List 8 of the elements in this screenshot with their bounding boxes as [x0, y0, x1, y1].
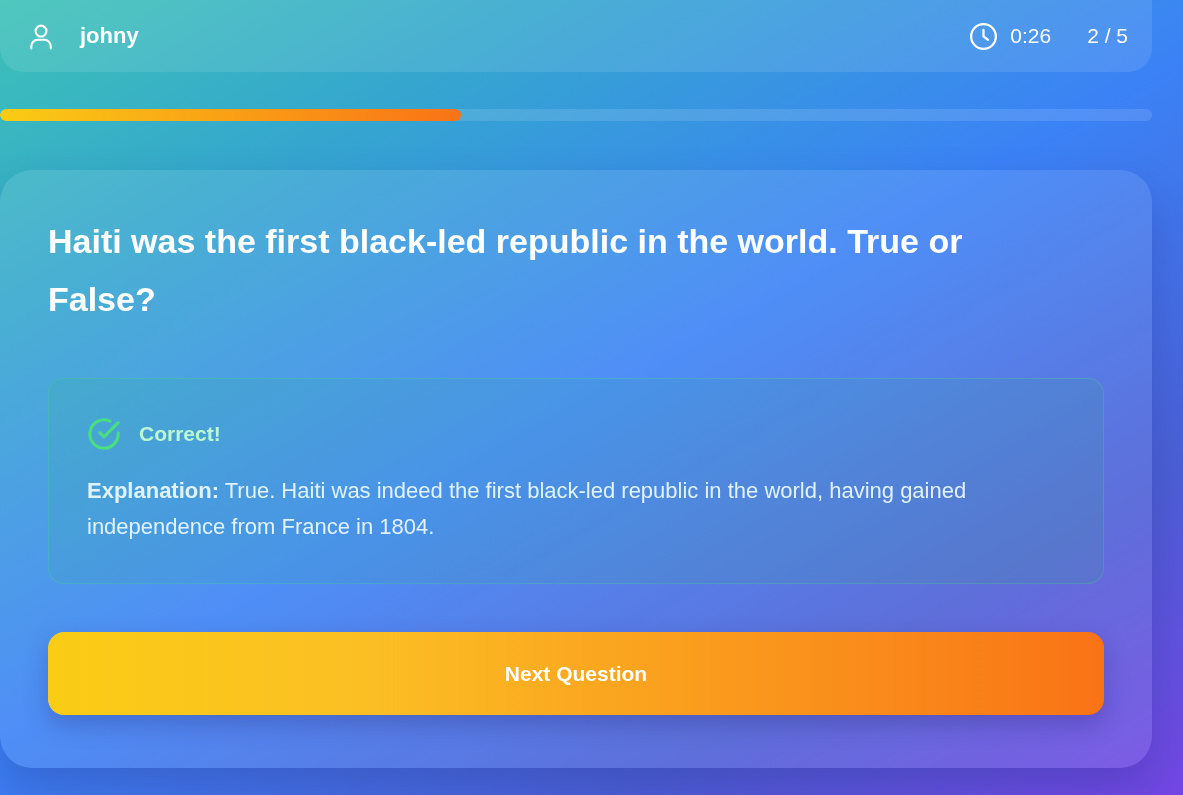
timer: 0:26: [1010, 24, 1052, 48]
clock-icon: [970, 22, 998, 50]
question-counter: 2 / 5: [1087, 24, 1128, 48]
status-label: Correct!: [139, 422, 221, 446]
username: johny: [80, 23, 139, 49]
question-text: Haiti was the first black-led republic in the world. True or False?: [48, 221, 964, 320]
explanation-text: Explanation: True. Haiti was indeed the first black-led republic in the world, having gained independence from France in 1804.: [87, 477, 968, 541]
next-question-button[interactable]: Next Question: [48, 632, 1104, 715]
